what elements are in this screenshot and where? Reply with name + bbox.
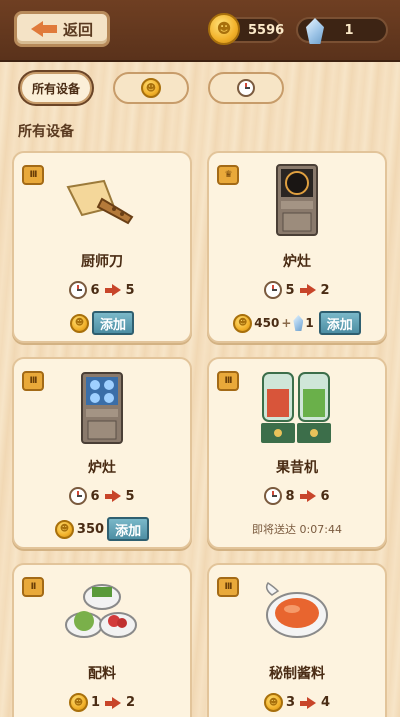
stove-icon: [81, 372, 123, 444]
item-name: 果昔机: [276, 460, 318, 476]
back-label: 返回: [62, 20, 93, 39]
coin-cost: 450: [254, 316, 280, 330]
tab-time-filter[interactable]: [208, 72, 284, 104]
value-from: 1: [90, 695, 100, 710]
add-button[interactable]: 添加: [107, 517, 150, 541]
crown-badge-icon: ♛: [217, 165, 239, 185]
clock-icon: [264, 487, 283, 505]
time-upgrade: ☻ 3 4: [209, 693, 385, 712]
equipment-card-knife[interactable]: III 厨师刀 6 5 ☻ 添加: [12, 151, 192, 343]
gem-cost: 1: [305, 316, 314, 330]
arrow-right-icon: [300, 696, 316, 709]
equipment-card-stove-crown[interactable]: ♛ 炉灶 5 2 ☻ 450 + 1 添加: [207, 151, 387, 343]
gem-balance: 1: [296, 17, 388, 44]
clock-icon: [237, 79, 255, 97]
tab-coin-filter[interactable]: ☻: [113, 72, 189, 104]
purchase-row: ☻ 350 添加: [14, 517, 190, 541]
coin-amount: 5596: [248, 22, 285, 38]
back-arrow-icon: [30, 21, 57, 37]
equipment-card-sauce[interactable]: III 秘制酱料 ☻ 3 4: [207, 563, 387, 717]
tier-badge: III: [217, 371, 239, 391]
gem-amount: 1: [344, 22, 354, 38]
section-title: 所有设备: [18, 124, 74, 140]
coin-icon: ☻: [69, 313, 89, 333]
time-from: 5: [285, 282, 295, 298]
coin-cost: 350: [76, 521, 105, 537]
item-name: 厨师刀: [81, 254, 123, 270]
clock-icon: [264, 281, 283, 299]
equipment-card-blender[interactable]: III 果昔机 8 6 即将送达 0:07:44: [207, 357, 387, 549]
equipment-card-ingredients[interactable]: II 配料 ☻ 1 2: [12, 563, 192, 717]
tier-badge: II: [22, 577, 44, 597]
value-from: 3: [285, 695, 295, 710]
blender-icon: [261, 372, 331, 443]
tier-badge: III: [217, 577, 239, 597]
purchase-row: ☻ 添加: [14, 311, 190, 335]
clock-icon: [69, 281, 88, 299]
purchase-row: ☻ 450 + 1 添加: [209, 311, 385, 335]
add-button[interactable]: 添加: [91, 311, 134, 335]
time-upgrade: 6 5: [14, 281, 190, 299]
coin-icon: ☻: [233, 313, 253, 333]
time-upgrade: 6 5: [14, 487, 190, 505]
filter-tabs: 所有设备 ☻: [0, 72, 400, 106]
time-to: 5: [125, 282, 135, 298]
ingredients-icon: [65, 584, 137, 638]
equipment-card-stove[interactable]: III 炉灶 6 5 ☻ 350 添加: [12, 357, 192, 549]
diamond-icon: [306, 18, 324, 44]
item-name: 炉灶: [283, 254, 311, 270]
time-upgrade: 8 6: [209, 487, 385, 505]
time-from: 8: [285, 488, 295, 504]
arrow-right-icon: [299, 284, 316, 296]
coin-icon: ☻: [68, 693, 88, 712]
time-upgrade: 5 2: [209, 281, 385, 299]
top-bar: 返回 ☻ 5596 1: [0, 0, 400, 62]
stove-icon: [276, 164, 318, 236]
time-from: 6: [90, 282, 100, 298]
back-button[interactable]: 返回: [14, 11, 110, 47]
tier-badge: III: [22, 371, 44, 391]
arrow-right-icon: [105, 696, 121, 709]
tab-all-equipment[interactable]: 所有设备: [20, 72, 92, 104]
value-to: 4: [321, 695, 331, 710]
arrow-right-icon: [104, 284, 121, 296]
tab-all-label: 所有设备: [31, 81, 80, 96]
item-name: 秘制酱料: [269, 666, 325, 682]
time-to: 5: [125, 488, 135, 504]
time-upgrade: ☻ 1 2: [14, 693, 190, 712]
item-name: 炉灶: [88, 460, 116, 476]
time-to: 6: [320, 488, 330, 504]
time-to: 2: [320, 282, 330, 298]
clock-icon: [69, 487, 88, 505]
arrow-right-icon: [299, 490, 316, 502]
chef-knife-icon: [66, 179, 134, 225]
coin-balance: ☻ 5596: [208, 13, 285, 45]
tier-badge: III: [22, 165, 44, 185]
coin-icon: ☻: [208, 13, 240, 45]
item-name: 配料: [88, 666, 116, 682]
value-to: 2: [126, 695, 136, 710]
time-from: 6: [90, 488, 100, 504]
coin-icon: ☻: [263, 693, 283, 712]
sauce-bowl-icon: [265, 581, 328, 638]
arrow-right-icon: [104, 490, 121, 502]
plus-icon: +: [281, 316, 292, 330]
add-button[interactable]: 添加: [318, 311, 361, 335]
coin-icon: ☻: [54, 519, 74, 539]
coin-icon: ☻: [141, 78, 161, 98]
delivery-timer: 即将送达 0:07:44: [252, 523, 342, 536]
diamond-icon: [293, 315, 304, 331]
